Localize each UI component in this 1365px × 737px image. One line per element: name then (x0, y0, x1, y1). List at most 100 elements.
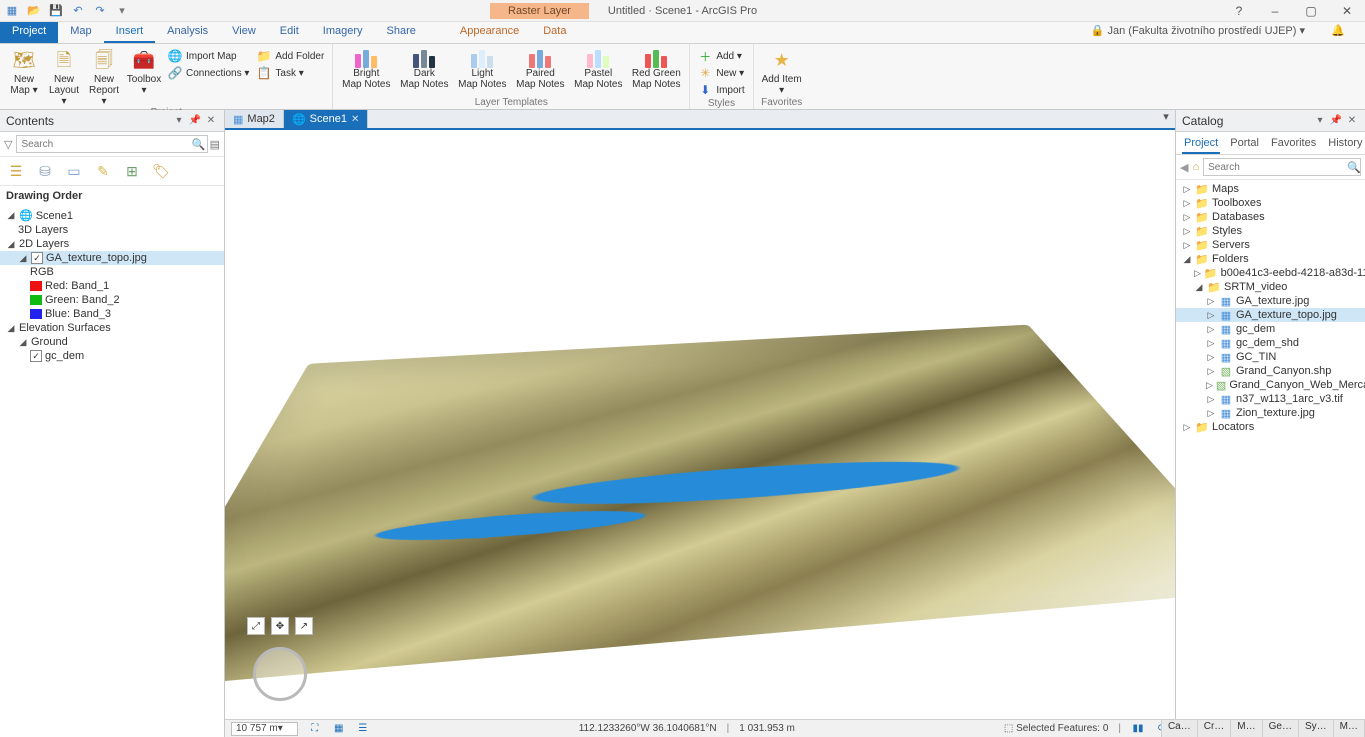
catalog-pin-icon[interactable]: 📌 (1329, 115, 1343, 126)
template-light-map-notes[interactable]: LightMap Notes (455, 46, 509, 90)
catalog-tab-portal[interactable]: Portal (1228, 135, 1261, 154)
close-button[interactable]: ✕ (1333, 4, 1361, 18)
list-by-editing-icon[interactable]: ✎ (93, 161, 113, 181)
catalog-styles[interactable]: ▷📁Styles (1176, 224, 1365, 238)
tree-2d-layers[interactable]: ◢2D Layers (0, 237, 224, 251)
list-by-drawing-order-icon[interactable]: ☰ (6, 161, 26, 181)
catalog-close-icon[interactable]: ✕ (1345, 115, 1359, 126)
catalog-maps[interactable]: ▷📁Maps (1176, 182, 1365, 196)
redo-icon[interactable]: ↷ (92, 3, 108, 19)
new-map-button[interactable]: 🗺NewMap ▾ (6, 46, 42, 107)
template-red-green-map-notes[interactable]: Red GreenMap Notes (629, 46, 683, 90)
status-icon-3[interactable]: ☰ (356, 723, 370, 734)
catalog-file-grand-canyon-shp[interactable]: ▷▧Grand_Canyon.shp (1176, 364, 1365, 378)
catalog-bottom-tab-4[interactable]: Sy… (1299, 720, 1334, 737)
nav-north-icon[interactable]: ↗ (295, 617, 313, 635)
nav-full-extent-icon[interactable]: ⤢ (247, 617, 265, 635)
project-icon[interactable]: ▦ (4, 3, 20, 19)
catalog-file-zion-texture-jpg[interactable]: ▷▦Zion_texture.jpg (1176, 406, 1365, 420)
catalog-tab-favorites[interactable]: Favorites (1269, 135, 1318, 154)
contents-options-icon[interactable]: ▾ (172, 115, 186, 126)
catalog-file-gc-dem-shd[interactable]: ▷▦gc_dem_shd (1176, 336, 1365, 350)
minimize-button[interactable]: – (1261, 4, 1289, 18)
nav-explore-icon[interactable]: ✥ (271, 617, 289, 635)
undo-icon[interactable]: ↶ (70, 3, 86, 19)
catalog-back-icon[interactable]: ◀ (1180, 161, 1188, 174)
view-tab-scene1[interactable]: 🌐Scene1✕ (284, 110, 368, 128)
toolbox-button[interactable]: 🧰Toolbox ▾ (126, 46, 162, 107)
catalog-bottom-tab-1[interactable]: Cr… (1198, 720, 1232, 737)
close-tab-icon[interactable]: ✕ (351, 114, 359, 125)
template-paired-map-notes[interactable]: PairedMap Notes (513, 46, 567, 90)
styles-import-button[interactable]: ⬇Import (696, 82, 746, 98)
catalog-tab-project[interactable]: Project (1182, 135, 1220, 154)
catalog-file-ga-texture-topo-jpg[interactable]: ▷▦GA_texture_topo.jpg (1176, 308, 1365, 322)
tab-appearance[interactable]: Appearance (448, 22, 531, 43)
catalog-search-input[interactable] (1203, 158, 1361, 176)
styles-add-button[interactable]: ＋Add ▾ (696, 48, 746, 64)
catalog-toolboxes[interactable]: ▷📁Toolboxes (1176, 196, 1365, 210)
tree-gc-dem[interactable]: ✓gc_dem (0, 349, 224, 363)
tab-share[interactable]: Share (375, 22, 428, 43)
user-label[interactable]: 🔒 Jan (Fakulta životního prostředí UJEP)… (1091, 24, 1305, 37)
catalog-home-icon[interactable]: ⌂ (1192, 161, 1199, 173)
catalog-file-gc-tin[interactable]: ▷▦GC_TIN (1176, 350, 1365, 364)
status-pause-icon[interactable]: ▮▮ (1131, 723, 1145, 734)
catalog-search-icon[interactable]: 🔍 (1347, 161, 1361, 174)
help-button[interactable]: ? (1225, 4, 1253, 18)
contents-search-menu[interactable]: ▤ (210, 138, 220, 151)
template-dark-map-notes[interactable]: DarkMap Notes (397, 46, 451, 90)
status-icon-1[interactable]: ⛶ (308, 723, 322, 734)
tree-layer-selected[interactable]: ◢✓GA_texture_topo.jpg (0, 251, 224, 265)
catalog-bottom-tab-0[interactable]: Ca… (1162, 720, 1198, 737)
tree-3d-layers[interactable]: 3D Layers (0, 223, 224, 237)
catalog-bottom-tab-5[interactable]: M… (1334, 720, 1365, 737)
catalog-folder-guid[interactable]: ▷📁b00e41c3-eebd-4218-a83d-11daac45 (1176, 266, 1365, 280)
styles-new-button[interactable]: ✳New ▾ (696, 65, 746, 81)
catalog-bottom-tab-2[interactable]: M… (1231, 720, 1262, 737)
status-icon-2[interactable]: ▦ (332, 723, 346, 734)
tree-rgb[interactable]: RGB (0, 265, 224, 279)
navigator-wheel[interactable] (253, 647, 307, 701)
catalog-file-ga-texture-jpg[interactable]: ▷▦GA_texture.jpg (1176, 294, 1365, 308)
tree-elev-surfaces[interactable]: ◢Elevation Surfaces (0, 321, 224, 335)
tab-analysis[interactable]: Analysis (155, 22, 220, 43)
list-by-labeling-icon[interactable]: 🏷 (151, 161, 171, 181)
filter-icon[interactable]: ▽ (4, 138, 12, 151)
catalog-locators[interactable]: ▷📁Locators (1176, 420, 1365, 434)
contents-close-icon[interactable]: ✕ (204, 115, 218, 126)
template-bright-map-notes[interactable]: BrightMap Notes (339, 46, 393, 90)
catalog-tab-history[interactable]: History (1326, 135, 1364, 154)
view-tab-map2[interactable]: ▦Map2 (225, 110, 284, 128)
scene-view[interactable]: ⤢ ✥ ↗ (225, 130, 1175, 719)
favorites-add-item-button[interactable]: ★Add Item ▾ (760, 46, 804, 96)
catalog-file-gc-dem[interactable]: ▷▦gc_dem (1176, 322, 1365, 336)
catalog-folder-srtm[interactable]: ◢📁SRTM_video (1176, 280, 1365, 294)
contents-pin-icon[interactable]: 📌 (188, 115, 202, 126)
notification-bell-icon[interactable]: 🔔 (1331, 24, 1345, 37)
tab-insert[interactable]: Insert (104, 22, 156, 43)
import-map-button[interactable]: 🌐Import Map (166, 48, 251, 64)
catalog-folders[interactable]: ◢📁Folders (1176, 252, 1365, 266)
template-pastel-map-notes[interactable]: PastelMap Notes (571, 46, 625, 90)
catalog-databases[interactable]: ▷📁Databases (1176, 210, 1365, 224)
search-icon[interactable]: 🔍 (192, 138, 206, 151)
tab-imagery[interactable]: Imagery (311, 22, 375, 43)
tab-edit[interactable]: Edit (268, 22, 311, 43)
tab-project[interactable]: Project (0, 22, 58, 43)
task-button[interactable]: 📋Task ▾ (255, 65, 326, 81)
qat-customize-icon[interactable]: ▾ (114, 3, 130, 19)
tab-data[interactable]: Data (531, 22, 578, 43)
open-icon[interactable]: 📂 (26, 3, 42, 19)
tab-view[interactable]: View (220, 22, 268, 43)
new-layout-button[interactable]: 🗎NewLayout ▾ (46, 46, 82, 107)
new-report-button[interactable]: 🗐NewReport ▾ (86, 46, 122, 107)
tab-map[interactable]: Map (58, 22, 103, 43)
tree-scene[interactable]: ◢🌐Scene1 (0, 208, 224, 223)
contents-search-input[interactable] (16, 135, 207, 153)
catalog-bottom-tab-3[interactable]: Ge… (1263, 720, 1299, 737)
catalog-servers[interactable]: ▷📁Servers (1176, 238, 1365, 252)
connections-button[interactable]: 🔗Connections ▾ (166, 65, 251, 81)
catalog-options-icon[interactable]: ▾ (1313, 115, 1327, 126)
scale-input[interactable]: 10 757 m ▾ (231, 722, 298, 736)
